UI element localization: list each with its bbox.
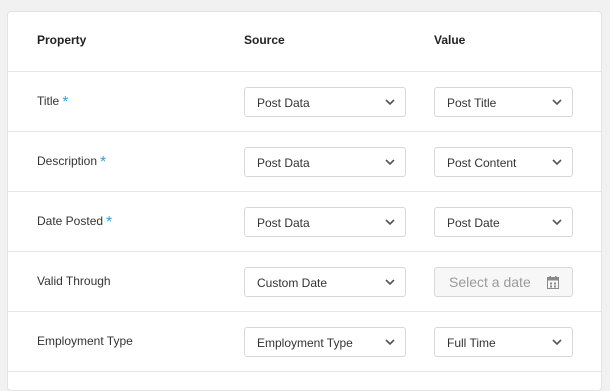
- value-select[interactable]: Full Time: [434, 327, 573, 357]
- header-property: Property: [37, 33, 87, 47]
- source-select-value: Post Data: [257, 216, 310, 230]
- property-name: Description: [37, 154, 98, 168]
- required-marker: *: [106, 214, 113, 231]
- header-value: Value: [434, 33, 466, 47]
- source-select[interactable]: Post Data: [244, 147, 406, 177]
- property-label-description: Description *: [37, 154, 107, 171]
- table-row: Employment Type Employment Type Full Tim…: [8, 312, 601, 372]
- chevron-down-icon: [385, 99, 395, 106]
- table-header: Property Source Value: [8, 12, 601, 72]
- source-select[interactable]: Custom Date: [244, 267, 406, 297]
- chevron-down-icon: [385, 339, 395, 346]
- source-select[interactable]: Post Data: [244, 87, 406, 117]
- chevron-down-icon: [552, 159, 562, 166]
- schema-properties-panel: Property Source Value Title * Post Data P…: [7, 11, 602, 391]
- value-select-value: Post Date: [447, 216, 500, 230]
- chevron-down-icon: [385, 159, 395, 166]
- source-select-value: Custom Date: [257, 276, 328, 290]
- chevron-down-icon: [385, 279, 395, 286]
- date-picker-input[interactable]: Select a date: [434, 267, 573, 297]
- chevron-down-icon: [552, 219, 562, 226]
- value-select-value: Post Content: [447, 156, 517, 170]
- table-row: Description * Post Data Post Content: [8, 132, 601, 192]
- required-marker: *: [100, 154, 107, 171]
- value-select[interactable]: Post Date: [434, 207, 573, 237]
- property-name: Valid Through: [37, 274, 111, 288]
- value-select[interactable]: Post Title: [434, 87, 573, 117]
- property-label-date-posted: Date Posted *: [37, 214, 113, 231]
- source-select-value: Post Data: [257, 156, 310, 170]
- date-placeholder: Select a date: [449, 274, 531, 290]
- calendar-icon[interactable]: [547, 276, 559, 289]
- property-name: Title: [37, 94, 60, 108]
- table-row: Date Posted * Post Data Post Date: [8, 192, 601, 252]
- value-select[interactable]: Post Content: [434, 147, 573, 177]
- property-name: Date Posted: [37, 214, 104, 228]
- table-row: Valid Through Custom Date Select a date: [8, 252, 601, 312]
- property-name: Employment Type: [37, 334, 133, 348]
- required-marker: *: [62, 94, 69, 111]
- value-select-value: Post Title: [447, 96, 497, 110]
- source-select-value: Post Data: [257, 96, 310, 110]
- header-source: Source: [244, 33, 285, 47]
- property-label-title: Title *: [37, 94, 69, 111]
- source-select[interactable]: Employment Type: [244, 327, 406, 357]
- chevron-down-icon: [552, 339, 562, 346]
- chevron-down-icon: [385, 219, 395, 226]
- table-row: Title * Post Data Post Title: [8, 72, 601, 132]
- property-label-valid-through: Valid Through: [37, 274, 111, 288]
- value-select-value: Full Time: [447, 336, 496, 350]
- property-label-employment-type: Employment Type: [37, 334, 133, 348]
- chevron-down-icon: [552, 99, 562, 106]
- source-select[interactable]: Post Data: [244, 207, 406, 237]
- source-select-value: Employment Type: [257, 336, 353, 350]
